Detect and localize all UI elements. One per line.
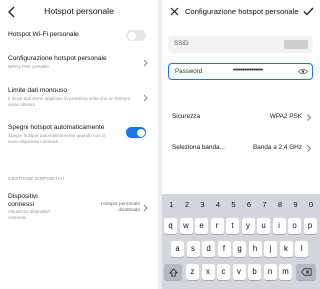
page-title: Configurazione hotspot personale — [185, 7, 299, 16]
key-b[interactable]: b — [248, 264, 261, 280]
section-header: GESTIONE DISPOSITIVI — [8, 176, 65, 181]
security-row[interactable]: Sicurezza WPA2 PSK — [168, 113, 314, 125]
security-value: WPA2 PSK — [269, 113, 302, 120]
hotspot-wifi-row[interactable]: Hotspot Wi-Fi personale — [8, 29, 154, 43]
password-field[interactable]: Password •••••••••••••••• — [168, 63, 313, 80]
key-t[interactable]: t — [226, 218, 239, 234]
check-icon[interactable] — [303, 7, 314, 16]
chevron-right-icon — [143, 59, 148, 67]
key-c[interactable]: c — [217, 264, 230, 280]
hotspot-config-screen: Configurazione hotspot personale SSID Pa… — [162, 0, 320, 289]
ssid-label: SSID — [174, 40, 189, 47]
key-i[interactable]: i — [272, 218, 286, 234]
key-q[interactable]: q — [164, 218, 177, 234]
key-r[interactable]: r — [210, 218, 224, 234]
key-n[interactable]: n — [263, 264, 277, 280]
auto-off-row[interactable]: Spegni hotspot automaticamente Spegni ho… — [8, 124, 154, 146]
ssid-field[interactable]: SSID — [168, 36, 313, 53]
hotspot-settings-screen: Hotspot personale Hotspot Wi-Fi personal… — [0, 0, 158, 289]
key-w[interactable]: w — [179, 218, 193, 234]
key-l[interactable]: l — [295, 241, 308, 257]
key-9[interactable]: 9 — [288, 200, 303, 209]
connected-devices-status: Hotspot personale disattivato — [101, 202, 140, 213]
data-limit-label: Limite dati monouso — [8, 87, 68, 94]
key-k[interactable]: k — [279, 241, 293, 257]
hotspot-config-subtitle: WPA2 PSK portatile — [8, 64, 49, 69]
header: Hotspot personale — [0, 4, 158, 20]
key-8[interactable]: 8 — [273, 200, 288, 209]
key-0[interactable]: 0 — [304, 200, 319, 209]
chevron-right-icon — [307, 114, 311, 121]
security-label: Sicurezza — [172, 113, 201, 120]
key-5[interactable]: 5 — [226, 200, 241, 209]
key-o[interactable]: o — [288, 218, 301, 234]
key-f[interactable]: f — [217, 241, 231, 257]
key-s[interactable]: s — [186, 241, 200, 257]
keyboard: 1 2 3 4 5 6 7 8 9 0 q w e r t y u i o p … — [162, 194, 320, 289]
eye-icon[interactable] — [298, 68, 308, 75]
ssid-value-redacted — [284, 40, 308, 49]
password-label: Password — [175, 68, 203, 75]
band-row[interactable]: Seleziona banda... Banda a 2,4 GHz — [168, 144, 314, 156]
key-4[interactable]: 4 — [211, 200, 226, 209]
chevron-right-icon — [143, 204, 148, 212]
key-p[interactable]: p — [303, 218, 317, 234]
key-d[interactable]: d — [202, 241, 215, 257]
backspace-key[interactable] — [296, 264, 316, 280]
password-dots: •••••••••••••••• — [233, 67, 263, 74]
shift-icon — [168, 267, 178, 277]
backspace-icon — [300, 268, 311, 276]
key-y[interactable]: y — [241, 218, 255, 234]
chevron-right-icon — [307, 145, 311, 152]
key-j[interactable]: j — [264, 241, 277, 257]
hotspot-config-row[interactable]: Configurazione hotspot personale WPA2 PS… — [8, 55, 154, 73]
connected-devices-subtitle: Visualizza dispositivi connessi — [8, 209, 50, 220]
shift-key[interactable] — [164, 264, 182, 280]
key-x[interactable]: x — [201, 264, 215, 280]
key-3[interactable]: 3 — [195, 200, 210, 209]
auto-off-subtitle: Spegni hotspot automaticamente quando no… — [8, 133, 106, 144]
chevron-right-icon — [143, 94, 148, 102]
key-a[interactable]: a — [171, 241, 184, 257]
close-icon[interactable] — [170, 7, 179, 16]
band-value: Banda a 2,4 GHz — [252, 144, 302, 151]
page-title: Hotspot personale — [44, 6, 114, 16]
auto-off-toggle[interactable] — [126, 127, 146, 138]
hotspot-wifi-toggle[interactable] — [126, 30, 146, 41]
key-m[interactable]: m — [279, 264, 292, 280]
key-6[interactable]: 6 — [242, 200, 257, 209]
key-g[interactable]: g — [233, 241, 246, 257]
key-1[interactable]: 1 — [164, 200, 179, 209]
hotspot-config-label: Configurazione hotspot personale — [8, 55, 107, 62]
data-limit-row[interactable]: Limite dati monouso Il limite dati viene… — [8, 87, 154, 109]
key-2[interactable]: 2 — [180, 200, 195, 209]
band-label: Seleziona banda... — [172, 144, 225, 151]
key-e[interactable]: e — [195, 218, 208, 234]
connected-devices-label: Dispositivi connessi — [8, 193, 38, 208]
key-v[interactable]: v — [232, 264, 246, 280]
key-h[interactable]: h — [248, 241, 262, 257]
key-7[interactable]: 7 — [257, 200, 272, 209]
connected-devices-row[interactable]: Dispositivi connessi Visualizza disposit… — [8, 193, 154, 223]
header: Configurazione hotspot personale — [162, 4, 320, 20]
key-u[interactable]: u — [257, 218, 270, 234]
key-z[interactable]: z — [186, 264, 199, 280]
data-limit-subtitle: Il limite dati viene applicato la prossi… — [8, 96, 131, 107]
